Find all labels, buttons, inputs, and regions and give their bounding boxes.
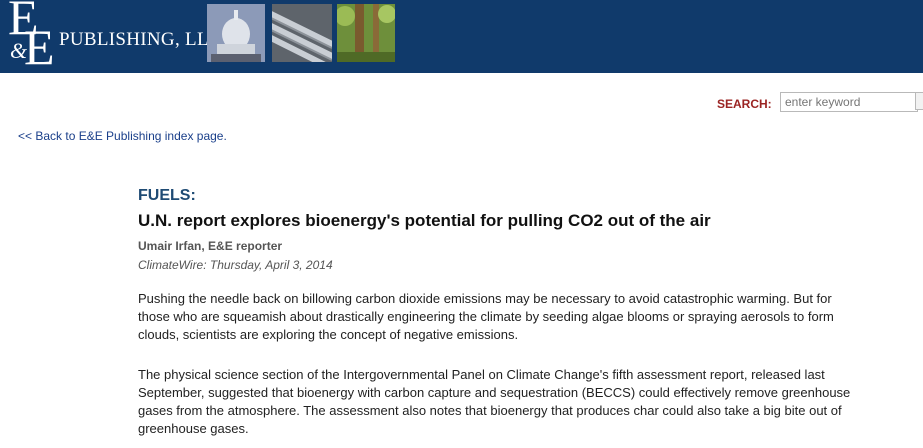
article-paragraph: The physical science section of the Inte… — [138, 367, 851, 436]
article-byline: Umair Irfan, E&E reporter — [138, 239, 283, 253]
site-banner: E & E PUBLISHING, LLC — [0, 0, 923, 73]
logo-letter-e-bottom: E — [24, 19, 55, 75]
article-paragraph: Pushing the needle back on billowing car… — [138, 291, 834, 342]
article-dateline: ClimateWire: Thursday, April 3, 2014 — [138, 258, 333, 272]
logo-text[interactable]: PUBLISHING, LLC — [59, 29, 222, 51]
ee-logo[interactable]: E & E — [6, 0, 58, 75]
search-input[interactable] — [780, 92, 918, 112]
search-go-button[interactable] — [915, 92, 923, 110]
forest-photo — [337, 4, 395, 62]
capitol-dome-photo — [207, 4, 265, 62]
back-to-index-link[interactable]: << Back to E&E Publishing index page. — [18, 129, 227, 143]
section-label: FUELS: — [138, 187, 196, 204]
search-label: SEARCH: — [717, 97, 772, 111]
pipeline-photo — [272, 4, 332, 62]
article-headline: U.N. report explores bioenergy's potenti… — [138, 211, 711, 230]
